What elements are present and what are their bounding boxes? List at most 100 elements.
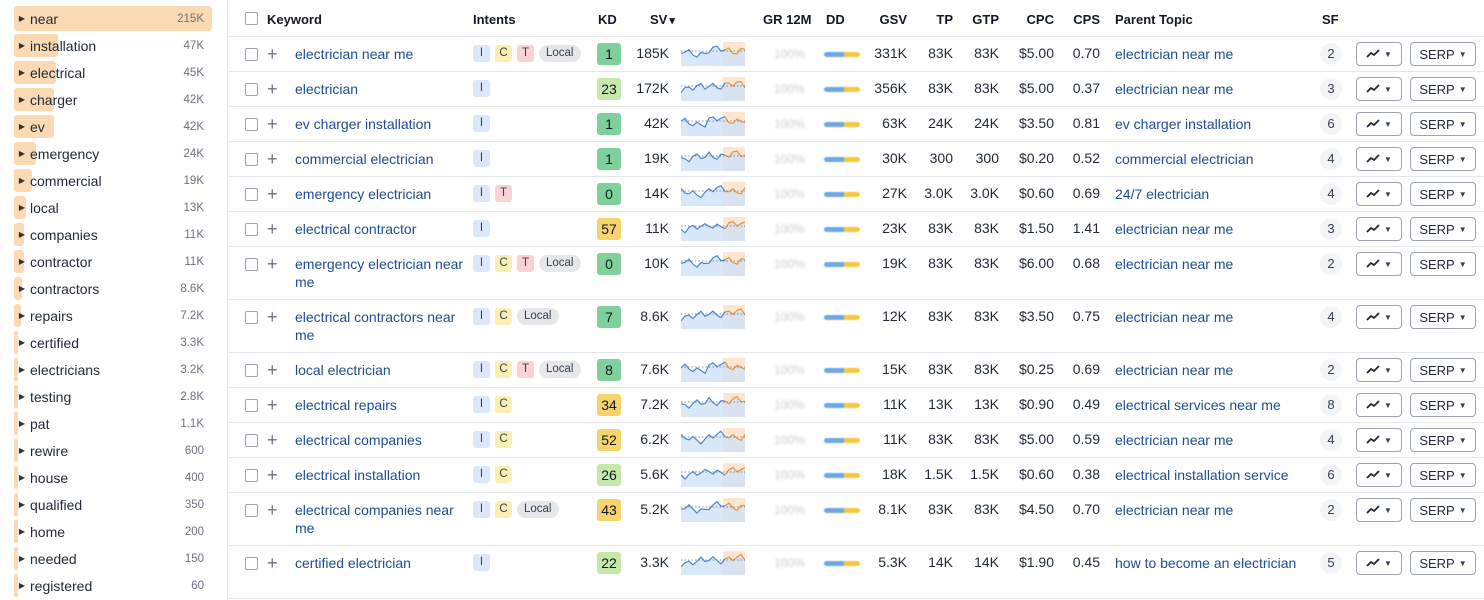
parent-topic-link[interactable]: ev charger installation	[1115, 115, 1315, 133]
keyword-link[interactable]: emergency electrician near me	[295, 255, 465, 291]
trend-dropdown-button[interactable]: ▼	[1356, 551, 1402, 575]
trend-dropdown-button[interactable]: ▼	[1356, 252, 1402, 276]
expand-caret-icon[interactable]: ▶	[14, 41, 30, 50]
add-to-list-plus-icon[interactable]: +	[267, 220, 278, 238]
expand-caret-icon[interactable]: ▶	[14, 527, 30, 536]
serp-dropdown-button[interactable]: SERP ▼	[1410, 217, 1476, 241]
trend-dropdown-button[interactable]: ▼	[1356, 463, 1402, 487]
header-keyword[interactable]: Keyword	[267, 12, 322, 27]
sidebar-item[interactable]: ▶ local 13K	[14, 195, 212, 220]
add-to-list-plus-icon[interactable]: +	[267, 361, 278, 379]
serp-dropdown-button[interactable]: SERP ▼	[1410, 305, 1476, 329]
sidebar-item[interactable]: ▶ installation 47K	[14, 33, 212, 58]
sidebar-item[interactable]: ▶ commercial 19K	[14, 168, 212, 193]
parent-topic-link[interactable]: electrician near me	[1115, 255, 1315, 273]
serp-dropdown-button[interactable]: SERP ▼	[1410, 112, 1476, 136]
serp-dropdown-button[interactable]: SERP ▼	[1410, 358, 1476, 382]
keyword-link[interactable]: certified electrician	[295, 554, 465, 572]
serp-features-count[interactable]: 4	[1320, 148, 1342, 170]
keyword-link[interactable]: emergency electrician	[295, 185, 465, 203]
parent-topic-link[interactable]: electrician near me	[1115, 431, 1315, 449]
add-to-list-plus-icon[interactable]: +	[267, 255, 278, 273]
expand-caret-icon[interactable]: ▶	[14, 257, 30, 266]
sidebar-item[interactable]: ▶ charger 42K	[14, 87, 212, 112]
header-dd[interactable]: DD	[826, 12, 845, 27]
trend-dropdown-button[interactable]: ▼	[1356, 393, 1402, 417]
sidebar-item[interactable]: ▶ needed 150	[14, 546, 212, 571]
add-to-list-plus-icon[interactable]: +	[267, 466, 278, 484]
keyword-link[interactable]: electrician near me	[295, 45, 465, 63]
serp-features-count[interactable]: 4	[1320, 183, 1342, 205]
sidebar-item[interactable]: ▶ pat 1.1K	[14, 411, 212, 436]
row-checkbox[interactable]	[245, 504, 258, 517]
sidebar-item[interactable]: ▶ registered 60	[14, 573, 212, 598]
serp-features-count[interactable]: 2	[1320, 43, 1342, 65]
expand-caret-icon[interactable]: ▶	[14, 284, 30, 293]
serp-dropdown-button[interactable]: SERP ▼	[1410, 147, 1476, 171]
keyword-link[interactable]: electrical contractor	[295, 220, 465, 238]
add-to-list-plus-icon[interactable]: +	[267, 431, 278, 449]
serp-features-count[interactable]: 3	[1320, 78, 1342, 100]
serp-dropdown-button[interactable]: SERP ▼	[1410, 551, 1476, 575]
sidebar-item[interactable]: ▶ qualified 350	[14, 492, 212, 517]
row-checkbox[interactable]	[245, 223, 258, 236]
serp-features-count[interactable]: 2	[1320, 499, 1342, 521]
parent-topic-link[interactable]: electrical services near me	[1115, 396, 1315, 414]
add-to-list-plus-icon[interactable]: +	[267, 308, 278, 326]
expand-caret-icon[interactable]: ▶	[14, 365, 30, 374]
keyword-link[interactable]: electrical installation	[295, 466, 465, 484]
serp-dropdown-button[interactable]: SERP ▼	[1410, 498, 1476, 522]
sidebar-item[interactable]: ▶ electrical 45K	[14, 60, 212, 85]
parent-topic-link[interactable]: electrician near me	[1115, 361, 1315, 379]
add-to-list-plus-icon[interactable]: +	[267, 554, 278, 572]
expand-caret-icon[interactable]: ▶	[14, 176, 30, 185]
trend-dropdown-button[interactable]: ▼	[1356, 305, 1402, 329]
trend-dropdown-button[interactable]: ▼	[1356, 498, 1402, 522]
sidebar-item[interactable]: ▶ electricians 3.2K	[14, 357, 212, 382]
serp-features-count[interactable]: 2	[1320, 253, 1342, 275]
expand-caret-icon[interactable]: ▶	[14, 392, 30, 401]
expand-caret-icon[interactable]: ▶	[14, 473, 30, 482]
row-checkbox[interactable]	[245, 258, 258, 271]
expand-caret-icon[interactable]: ▶	[14, 95, 30, 104]
trend-dropdown-button[interactable]: ▼	[1356, 428, 1402, 452]
serp-features-count[interactable]: 4	[1320, 306, 1342, 328]
header-cpc[interactable]: CPC	[1009, 12, 1054, 27]
header-tp[interactable]: TP	[919, 12, 953, 27]
row-checkbox[interactable]	[245, 311, 258, 324]
parent-topic-link[interactable]: electrician near me	[1115, 45, 1315, 63]
expand-caret-icon[interactable]: ▶	[14, 419, 30, 428]
trend-dropdown-button[interactable]: ▼	[1356, 42, 1402, 66]
add-to-list-plus-icon[interactable]: +	[267, 501, 278, 519]
sidebar-item[interactable]: ▶ rewire 600	[14, 438, 212, 463]
parent-topic-link[interactable]: how to become an electrician	[1115, 554, 1315, 572]
keyword-link[interactable]: electrical contractors near me	[295, 308, 465, 344]
row-checkbox[interactable]	[245, 153, 258, 166]
serp-features-count[interactable]: 6	[1320, 464, 1342, 486]
sidebar-item[interactable]: ▶ contractors 8.6K	[14, 276, 212, 301]
row-checkbox[interactable]	[245, 469, 258, 482]
expand-caret-icon[interactable]: ▶	[14, 203, 30, 212]
serp-dropdown-button[interactable]: SERP ▼	[1410, 77, 1476, 101]
sidebar-item[interactable]: ▶ near 215K	[14, 6, 212, 31]
expand-caret-icon[interactable]: ▶	[14, 446, 30, 455]
sidebar-item[interactable]: ▶ emergency 24K	[14, 141, 212, 166]
row-checkbox[interactable]	[245, 188, 258, 201]
serp-dropdown-button[interactable]: SERP ▼	[1410, 393, 1476, 417]
keyword-link[interactable]: electrical companies near me	[295, 501, 465, 537]
header-gr-12m[interactable]: GR 12M	[763, 12, 811, 27]
expand-caret-icon[interactable]: ▶	[14, 311, 30, 320]
serp-dropdown-button[interactable]: SERP ▼	[1410, 428, 1476, 452]
sidebar-item[interactable]: ▶ ev 42K	[14, 114, 212, 139]
expand-caret-icon[interactable]: ▶	[14, 122, 30, 131]
expand-caret-icon[interactable]: ▶	[14, 338, 30, 347]
keyword-link[interactable]: electrical repairs	[295, 396, 465, 414]
header-kd[interactable]: KD	[598, 12, 617, 27]
select-all-checkbox[interactable]	[245, 12, 258, 25]
parent-topic-link[interactable]: electrician near me	[1115, 308, 1315, 326]
add-to-list-plus-icon[interactable]: +	[267, 115, 278, 133]
row-checkbox[interactable]	[245, 399, 258, 412]
expand-caret-icon[interactable]: ▶	[14, 68, 30, 77]
serp-features-count[interactable]: 3	[1320, 218, 1342, 240]
parent-topic-link[interactable]: electrical installation service	[1115, 466, 1315, 484]
